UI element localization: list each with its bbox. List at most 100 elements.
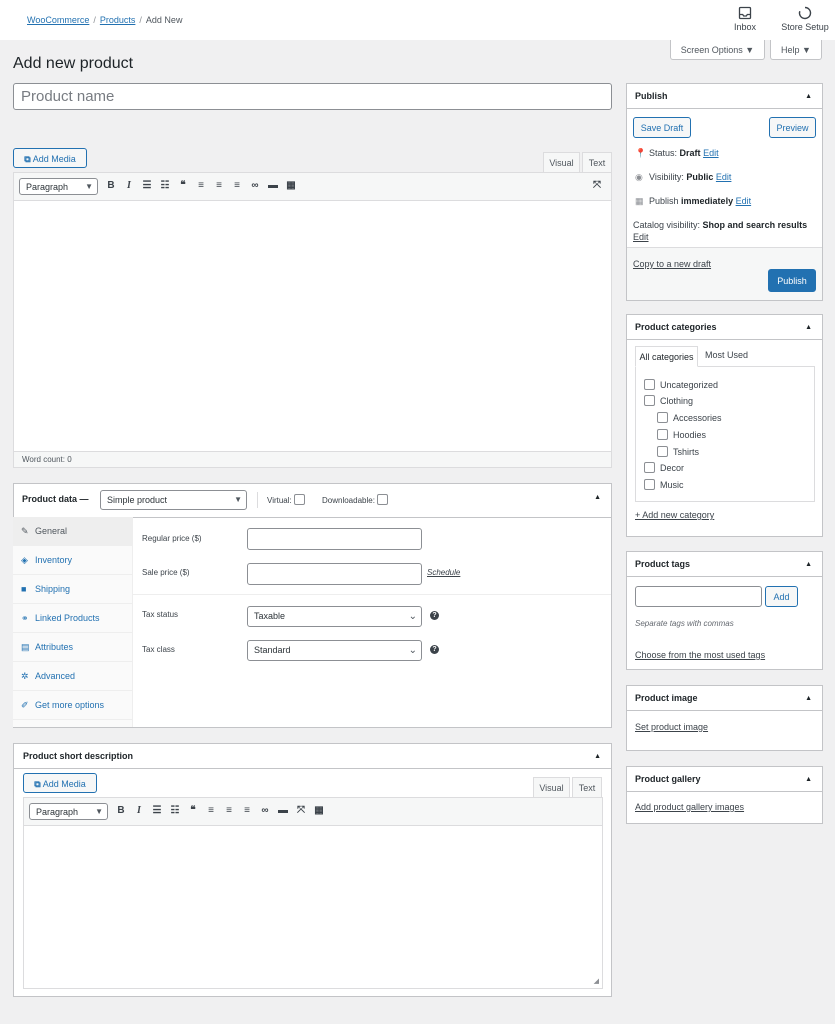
align-right-icon[interactable]: ≡	[228, 180, 246, 191]
tab-linked-products[interactable]: ⚭ Linked Products	[13, 604, 132, 633]
tax-status-select[interactable]: Taxable ⌄	[247, 606, 422, 627]
collapse-arrow-icon[interactable]: ▲	[805, 686, 812, 711]
regular-price-input[interactable]	[247, 528, 422, 550]
collapse-arrow-icon[interactable]: ▲	[594, 494, 601, 501]
add-tag-button[interactable]: Add	[765, 586, 798, 607]
category-item[interactable]: Tshirts	[657, 446, 699, 457]
link-icon[interactable]: ∞	[246, 180, 264, 191]
edit-visibility-link[interactable]: Edit	[716, 172, 732, 182]
align-left-icon[interactable]: ≡	[192, 180, 210, 191]
category-checkbox[interactable]	[644, 379, 655, 390]
collapse-arrow-icon[interactable]: ▲	[805, 767, 812, 792]
category-checkbox[interactable]	[657, 412, 668, 423]
short-description-editor[interactable]: ◢	[23, 825, 603, 989]
help-icon[interactable]: ?	[430, 611, 439, 620]
category-item[interactable]: Decor	[644, 462, 684, 473]
collapse-arrow-icon[interactable]: ▲	[805, 84, 812, 109]
product-name-input[interactable]	[14, 84, 611, 109]
tab-visual[interactable]: Visual	[543, 152, 580, 173]
category-checkbox[interactable]	[644, 479, 655, 490]
screen-options-button[interactable]: Screen Options ▼	[670, 40, 765, 60]
set-product-image-link[interactable]: Set product image	[635, 722, 708, 732]
help-button[interactable]: Help ▼	[770, 40, 822, 60]
product-type-select[interactable]: Simple product ▼	[100, 490, 247, 510]
category-checkbox[interactable]	[644, 395, 655, 406]
virtual-checkbox[interactable]	[293, 494, 305, 505]
short-add-media-button[interactable]: ⧉ Add Media	[23, 773, 97, 793]
save-draft-button[interactable]: Save Draft	[633, 117, 691, 138]
category-item[interactable]: Accessories	[657, 412, 722, 423]
bullet-list-icon[interactable]: ☰	[138, 180, 156, 191]
collapse-arrow-icon[interactable]: ▲	[805, 552, 812, 577]
schedule-link[interactable]: Schedule	[427, 568, 460, 577]
tax-class-select[interactable]: Standard ⌄	[247, 640, 422, 661]
read-more-icon[interactable]: ▬	[264, 180, 282, 191]
align-left-icon[interactable]: ≡	[202, 805, 220, 816]
edit-status-link[interactable]: Edit	[703, 148, 719, 158]
italic-icon[interactable]: I	[120, 180, 138, 191]
align-right-icon[interactable]: ≡	[238, 805, 256, 816]
store-setup-button[interactable]: Store Setup	[778, 6, 832, 32]
publish-button[interactable]: Publish	[768, 269, 816, 292]
resize-handle-icon[interactable]: ◢	[594, 977, 599, 985]
blockquote-icon[interactable]: ❝	[184, 805, 202, 816]
divider	[257, 492, 258, 508]
bold-icon[interactable]: B	[112, 805, 130, 816]
category-checkbox[interactable]	[657, 429, 668, 440]
content-editor[interactable]	[13, 200, 612, 452]
tab-advanced[interactable]: ✲ Advanced	[13, 662, 132, 691]
tab-all-categories[interactable]: All categories	[635, 346, 698, 367]
category-checkbox[interactable]	[644, 462, 655, 473]
numbered-list-icon[interactable]: ☷	[156, 180, 174, 191]
add-media-button[interactable]: ⧉ Add Media	[13, 148, 87, 168]
collapse-arrow-icon[interactable]: ▲	[594, 744, 601, 769]
tab-general[interactable]: ✎ General	[13, 517, 132, 546]
align-center-icon[interactable]: ≡	[220, 805, 238, 816]
help-icon[interactable]: ?	[430, 645, 439, 654]
fullscreen-icon[interactable]: ⤧	[588, 180, 606, 191]
tab-most-used[interactable]: Most Used	[705, 350, 748, 360]
toolbar-toggle-icon[interactable]: ▦	[282, 180, 300, 191]
category-item[interactable]: Uncategorized	[644, 379, 718, 390]
copy-to-draft-link[interactable]: Copy to a new draft	[633, 259, 711, 269]
short-format-select[interactable]: Paragraph ▼	[29, 803, 108, 820]
add-new-category-link[interactable]: + Add new category	[635, 510, 714, 520]
bold-icon[interactable]: B	[102, 180, 120, 191]
breadcrumb-products[interactable]: Products	[100, 15, 136, 25]
format-select[interactable]: Paragraph ▼	[19, 178, 98, 195]
breadcrumb-woocommerce[interactable]: WooCommerce	[27, 15, 89, 25]
tab-attributes[interactable]: ▤ Attributes	[13, 633, 132, 662]
short-tab-text[interactable]: Text	[572, 777, 602, 798]
blockquote-icon[interactable]: ❝	[174, 180, 192, 191]
store-setup-label: Store Setup	[781, 22, 829, 32]
downloadable-checkbox[interactable]	[376, 494, 388, 505]
numbered-list-icon[interactable]: ☷	[166, 805, 184, 816]
tab-text[interactable]: Text	[582, 152, 612, 173]
fullscreen-icon[interactable]: ⤧	[292, 805, 310, 816]
collapse-arrow-icon[interactable]: ▲	[805, 315, 812, 340]
edit-catalog-visibility-link[interactable]: Edit	[633, 232, 649, 242]
tab-get-more-options[interactable]: ✐ Get more options	[13, 691, 132, 720]
align-center-icon[interactable]: ≡	[210, 180, 228, 191]
tag-input[interactable]	[635, 586, 762, 607]
category-item[interactable]: Clothing	[644, 395, 693, 406]
preview-button[interactable]: Preview	[769, 117, 816, 138]
short-tab-visual[interactable]: Visual	[533, 777, 570, 798]
tab-shipping[interactable]: ■ Shipping	[13, 575, 132, 604]
chevron-down-icon: ⌄	[408, 645, 417, 656]
italic-icon[interactable]: I	[130, 805, 148, 816]
category-item[interactable]: Music	[644, 479, 684, 490]
bullet-list-icon[interactable]: ☰	[148, 805, 166, 816]
choose-most-used-tags-link[interactable]: Choose from the most used tags	[635, 650, 765, 660]
read-more-icon[interactable]: ▬	[274, 805, 292, 816]
inbox-button[interactable]: Inbox	[722, 6, 768, 32]
format-select-value: Paragraph	[26, 182, 69, 192]
tab-inventory[interactable]: ◈ Inventory	[13, 546, 132, 575]
sale-price-input[interactable]	[247, 563, 422, 585]
category-checkbox[interactable]	[657, 446, 668, 457]
add-gallery-images-link[interactable]: Add product gallery images	[635, 802, 744, 812]
edit-publish-date-link[interactable]: Edit	[736, 196, 752, 206]
category-item[interactable]: Hoodies	[657, 429, 706, 440]
link-icon[interactable]: ∞	[256, 805, 274, 816]
toolbar-toggle-icon[interactable]: ▦	[310, 805, 328, 816]
